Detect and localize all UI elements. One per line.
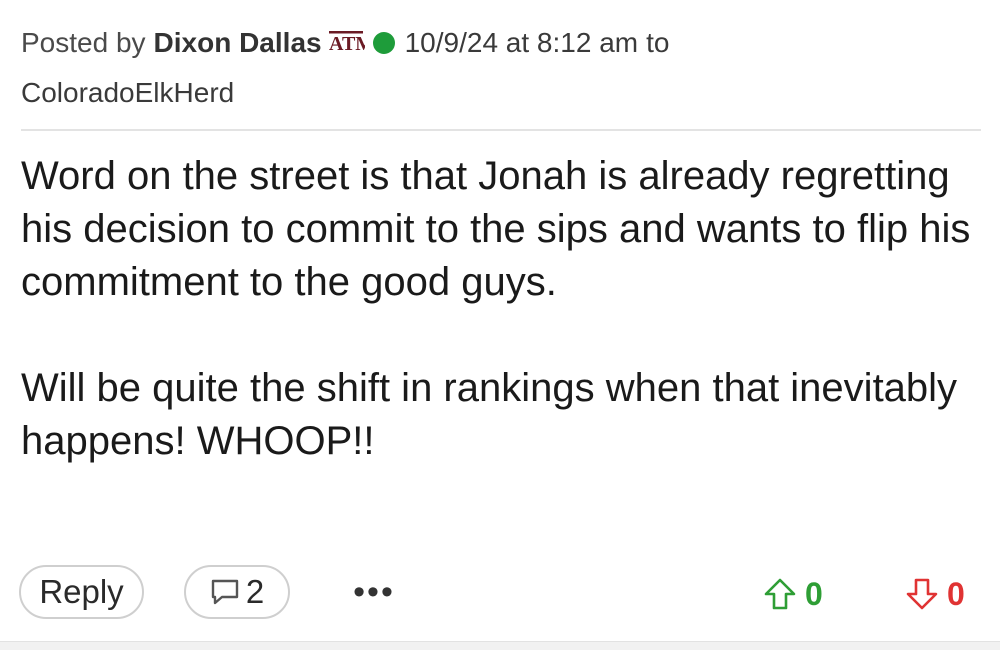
post-header: Posted by Dixon Dallas ATM 10/9/24 at 8:…: [21, 18, 981, 118]
arrow-up-icon: [764, 578, 796, 610]
post-body: Word on the street is that Jonah is alre…: [21, 150, 981, 468]
more-options-button[interactable]: •••: [344, 565, 404, 619]
reply-recipient[interactable]: ColoradoElkHerd: [21, 68, 234, 118]
author-name[interactable]: Dixon Dallas: [154, 18, 322, 68]
header-divider: [21, 129, 981, 131]
post-recipient-line: ColoradoElkHerd: [21, 68, 981, 118]
downvote-button[interactable]: 0: [905, 565, 965, 623]
post-timestamp: 10/9/24 at 8:12 am: [404, 27, 639, 58]
upvote-button[interactable]: 0: [763, 565, 823, 623]
downvote-count: 0: [947, 575, 965, 612]
online-status-icon: [372, 32, 395, 54]
comments-button[interactable]: 2: [184, 565, 290, 619]
reply-button[interactable]: Reply: [19, 565, 144, 619]
post-action-bar: Reply 2 ••• 0 0: [0, 565, 1000, 623]
reply-button-label: Reply: [39, 573, 124, 610]
team-logo-text: ATM: [329, 33, 365, 55]
post-paragraph: Will be quite the shift in rankings when…: [21, 366, 958, 463]
upvote-count: 0: [805, 575, 823, 612]
comment-icon: [211, 579, 239, 605]
posted-by-label: Posted by: [21, 27, 146, 58]
arrow-down-icon: [906, 578, 938, 610]
post-separator: [0, 641, 1000, 650]
post-meta-line: Posted by Dixon Dallas ATM 10/9/24 at 8:…: [21, 18, 981, 68]
forum-post: Posted by Dixon Dallas ATM 10/9/24 at 8:…: [0, 0, 1000, 650]
texas-am-logo-icon: ATM: [328, 28, 365, 58]
more-options-icon: •••: [353, 572, 395, 611]
to-label: to: [646, 27, 670, 58]
post-paragraph: Word on the street is that Jonah is alre…: [21, 154, 971, 304]
comment-count: 2: [245, 573, 265, 610]
